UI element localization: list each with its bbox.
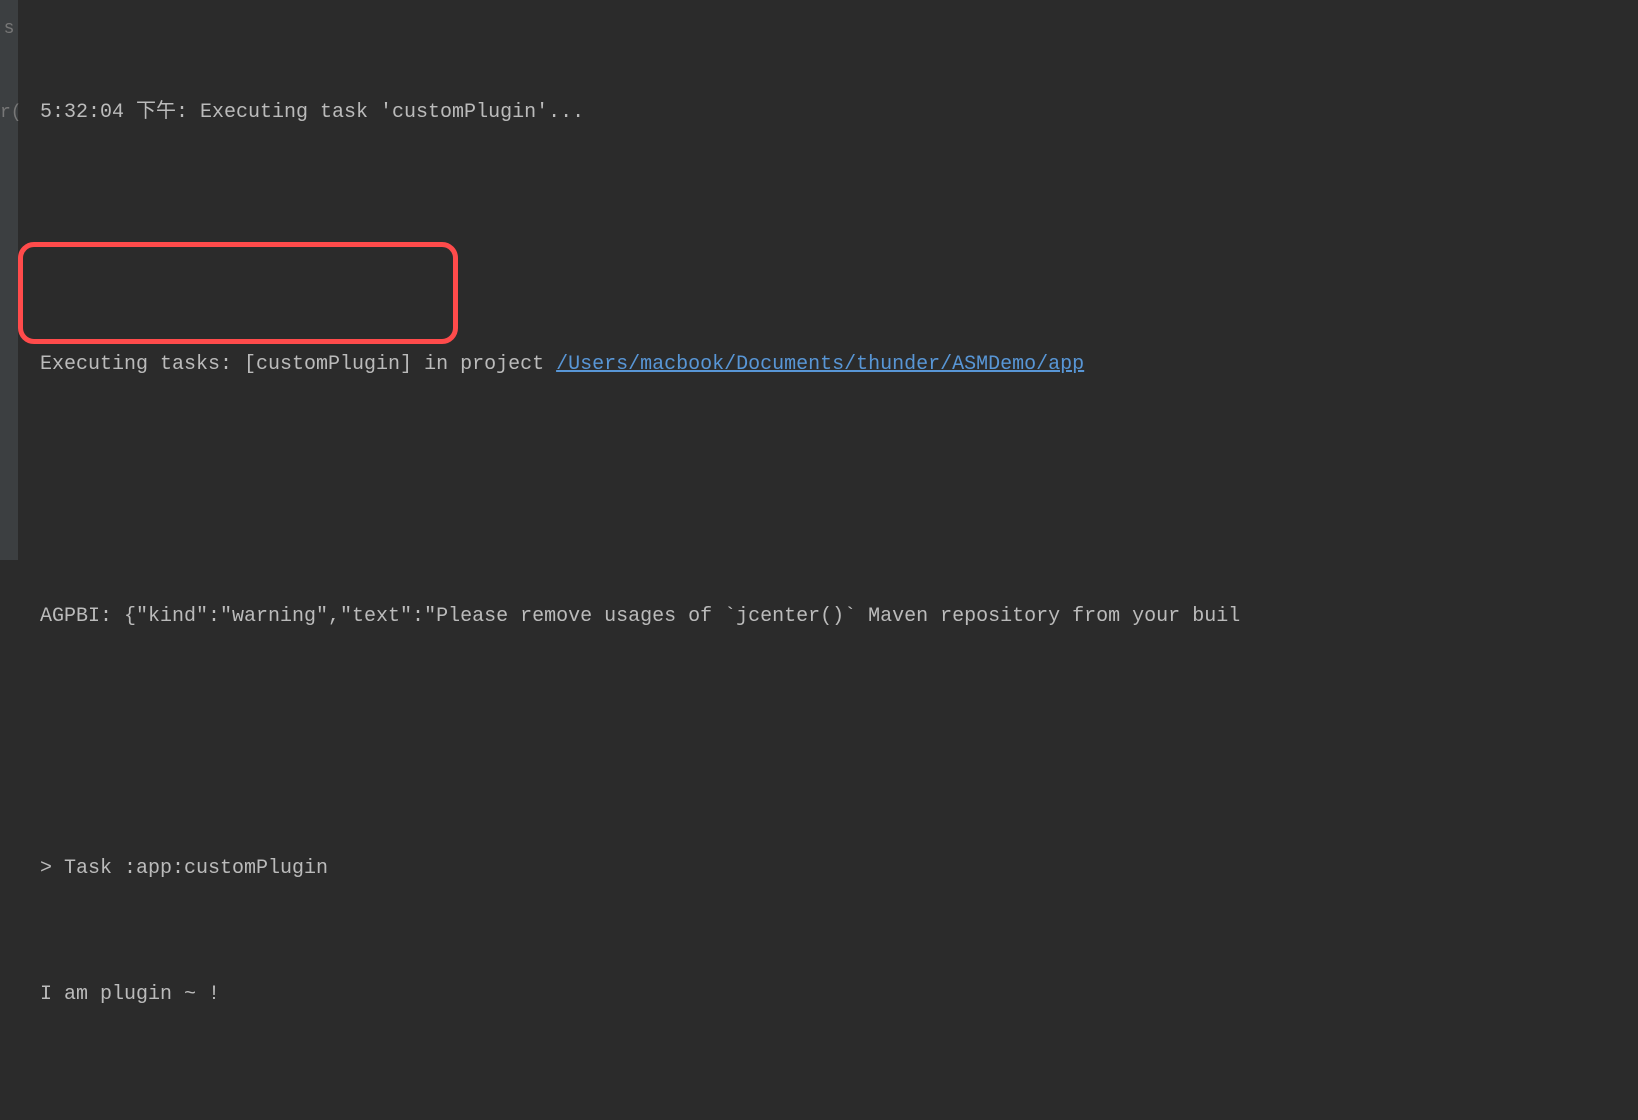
console-line: Executing tasks: [customPlugin] in proje…: [40, 344, 1638, 386]
gutter-char: s: [0, 8, 18, 50]
console-line: [40, 218, 1638, 260]
console-line: AGPBI: {"kind":"warning","text":"Please …: [40, 596, 1638, 638]
console-line: [40, 1100, 1638, 1120]
console-line: [40, 470, 1638, 512]
console-line-highlighted: > Task :app:customPlugin: [40, 848, 1638, 890]
console-line-highlighted: I am plugin ~ !: [40, 974, 1638, 1016]
console-line: [40, 722, 1638, 764]
console-line: 5:32:04 下午: Executing task 'customPlugin…: [40, 92, 1638, 134]
gutter: s r(: [0, 0, 18, 560]
gutter-char: r(: [0, 92, 18, 134]
build-console: 5:32:04 下午: Executing task 'customPlugin…: [40, 8, 1638, 1120]
project-path-link[interactable]: /Users/macbook/Documents/thunder/ASMDemo…: [556, 353, 1084, 376]
console-text: Executing tasks: [customPlugin] in proje…: [40, 353, 556, 376]
